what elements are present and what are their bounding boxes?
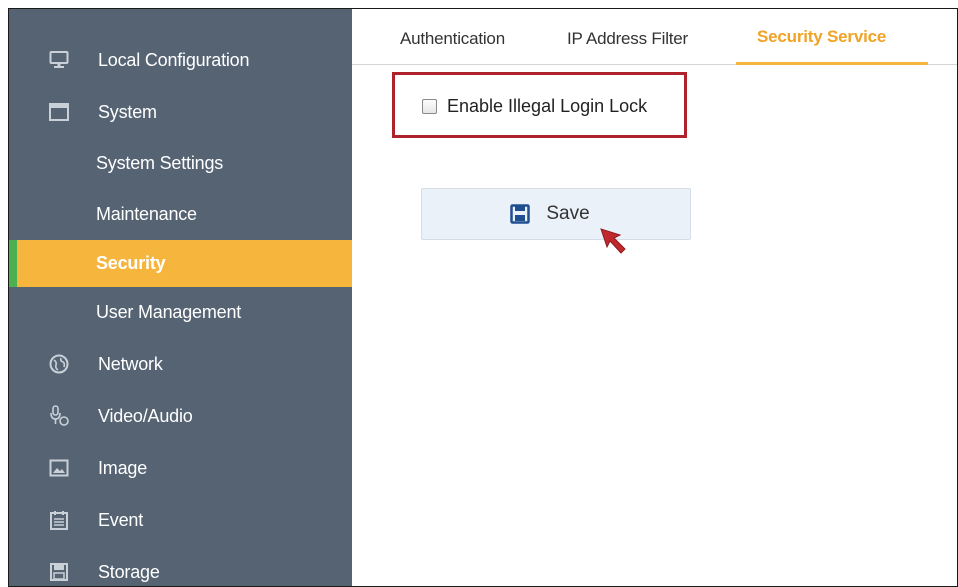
tab-security-service[interactable]: Security Service xyxy=(757,27,886,47)
sidebar-item-label: Security xyxy=(96,253,166,273)
sidebar-item-system-settings[interactable]: System Settings xyxy=(9,138,352,189)
save-button-label: Save xyxy=(546,203,590,224)
illegal-login-lock-checkbox[interactable] xyxy=(422,99,437,114)
sidebar-item-label: Event xyxy=(98,509,144,530)
app-window: Local Configuration System System Settin… xyxy=(8,8,958,587)
sidebar-item-label: User Management xyxy=(96,302,242,322)
sidebar-item-event[interactable]: Event xyxy=(9,494,352,546)
window-icon xyxy=(49,102,69,122)
sidebar-item-image[interactable]: Image xyxy=(9,442,352,494)
sidebar-item-system[interactable]: System xyxy=(9,86,352,138)
main-content: Authentication IP Address Filter Securit… xyxy=(352,9,957,586)
sidebar: Local Configuration System System Settin… xyxy=(9,9,352,586)
sidebar-item-label: Local Configuration xyxy=(98,49,250,70)
sidebar-item-label: Network xyxy=(98,353,163,374)
globe-icon xyxy=(49,354,69,374)
tab-bar: Authentication IP Address Filter Securit… xyxy=(352,9,957,65)
illegal-login-lock-label: Enable Illegal Login Lock xyxy=(447,96,648,116)
sidebar-item-network[interactable]: Network xyxy=(9,338,352,390)
sidebar-item-video-audio[interactable]: Video/Audio xyxy=(9,390,352,442)
sidebar-item-security[interactable]: Security xyxy=(9,240,352,287)
sidebar-item-label: Storage xyxy=(98,561,160,582)
sidebar-item-storage[interactable]: Storage xyxy=(9,546,352,586)
microphone-icon xyxy=(49,405,69,426)
tab-authentication[interactable]: Authentication xyxy=(400,29,505,49)
sidebar-item-local-configuration[interactable]: Local Configuration xyxy=(9,34,352,86)
sidebar-item-maintenance[interactable]: Maintenance xyxy=(9,189,352,240)
illegal-login-lock-option[interactable]: Enable Illegal Login Lock xyxy=(422,96,647,117)
sidebar-item-label: Image xyxy=(98,457,148,478)
sidebar-item-user-management[interactable]: User Management xyxy=(9,287,352,338)
tab-ip-address-filter[interactable]: IP Address Filter xyxy=(567,29,688,49)
image-icon xyxy=(49,458,69,478)
floppy-disk-icon xyxy=(510,204,531,224)
active-tab-indicator xyxy=(736,62,928,65)
monitor-icon xyxy=(49,50,69,70)
sidebar-item-label: Video/Audio xyxy=(98,405,193,426)
calendar-icon xyxy=(49,510,69,530)
floppy-disk-icon xyxy=(49,562,69,582)
mouse-cursor-arrow-icon xyxy=(600,228,626,254)
sidebar-item-label: System Settings xyxy=(96,153,224,173)
save-button[interactable]: Save xyxy=(421,188,691,240)
sidebar-item-label: Maintenance xyxy=(96,204,197,224)
sidebar-item-label: System xyxy=(98,101,157,122)
